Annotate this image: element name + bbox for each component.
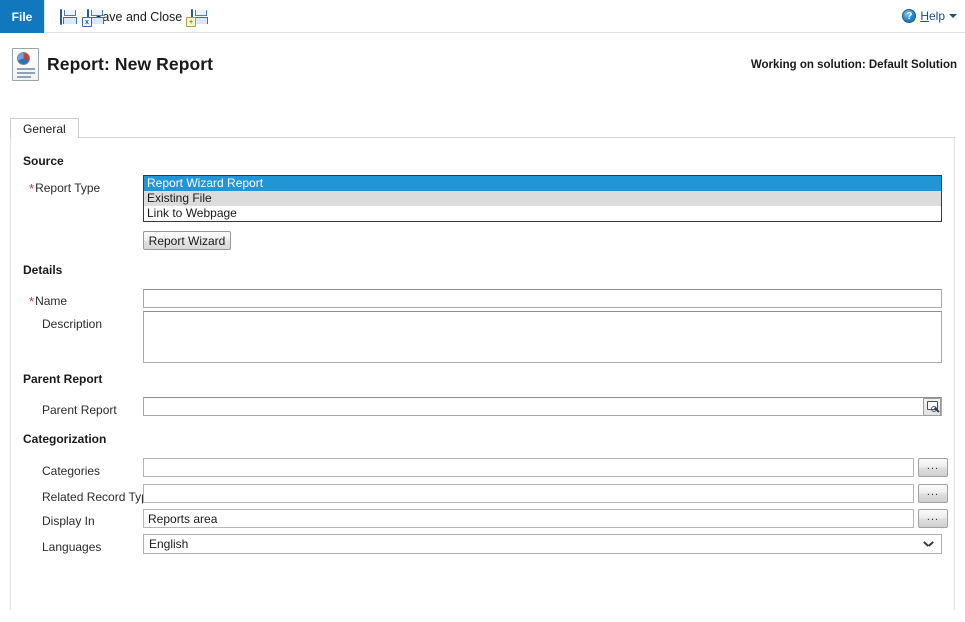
section-header-parent-report: Parent Report xyxy=(23,372,103,386)
page-title: Report: New Report xyxy=(47,54,214,74)
display-in-label: Display In xyxy=(42,514,95,528)
related-record-types-browse-label: ... xyxy=(926,485,940,498)
save-and-close-icon: x xyxy=(82,8,92,27)
report-type-option-existing-file[interactable]: Existing File xyxy=(144,191,941,206)
name-input[interactable] xyxy=(143,289,942,308)
name-label: *Name xyxy=(29,294,67,308)
report-type-label: *Report Type xyxy=(29,181,100,195)
languages-select-value: English xyxy=(149,537,189,551)
help-label-rest: elp xyxy=(928,9,945,23)
display-in-browse-label: ... xyxy=(926,510,940,523)
section-header-details: Details xyxy=(23,263,63,277)
save-and-close-button[interactable]: x Save and Close xyxy=(82,5,184,28)
help-menu[interactable]: ? Help xyxy=(902,6,957,26)
save-and-new-button[interactable]: + xyxy=(186,5,200,28)
display-in-input[interactable] xyxy=(143,509,914,528)
languages-label: Languages xyxy=(42,540,102,554)
name-label-text: Name xyxy=(35,294,68,308)
report-type-listbox[interactable]: Report Wizard Report Existing File Link … xyxy=(143,175,942,222)
chevron-down-icon xyxy=(924,541,933,550)
display-in-browse-button[interactable]: ... xyxy=(918,509,948,528)
report-type-option-2-label: Link to Webpage xyxy=(147,206,237,220)
save-and-close-label: Save and Close xyxy=(94,9,183,24)
categories-input[interactable] xyxy=(143,458,914,477)
tab-general-label: General xyxy=(23,121,66,136)
save-and-new-icon: + xyxy=(186,8,196,27)
chevron-down-icon xyxy=(949,14,957,18)
help-accesskey: H xyxy=(920,9,929,23)
ribbon-divider xyxy=(44,0,45,33)
section-header-source: Source xyxy=(23,154,64,168)
file-tab[interactable]: File xyxy=(0,0,44,33)
related-record-types-input[interactable] xyxy=(143,484,914,503)
report-form-window: File x Save and Close + ? Help Report: N… xyxy=(0,0,965,622)
ribbon-bottom-border xyxy=(44,32,965,33)
form-body: Source *Report Type Report Wizard Report… xyxy=(10,138,955,610)
report-type-option-0-label: Report Wizard Report xyxy=(147,176,264,190)
report-type-option-link-to-webpage[interactable]: Link to Webpage xyxy=(144,206,941,221)
report-document-icon xyxy=(12,48,39,81)
parent-report-input[interactable] xyxy=(143,397,942,416)
section-header-categorization: Categorization xyxy=(23,432,107,446)
parent-report-label: Parent Report xyxy=(42,403,117,417)
categories-browse-button[interactable]: ... xyxy=(918,458,948,477)
solution-context-label: Working on solution: Default Solution xyxy=(750,59,957,71)
required-indicator: * xyxy=(29,294,35,309)
report-wizard-button[interactable]: Report Wizard xyxy=(143,231,231,250)
categories-label: Categories xyxy=(42,464,101,478)
save-button[interactable] xyxy=(58,5,69,28)
description-textarea[interactable] xyxy=(143,311,942,363)
command-bar: File x Save and Close + ? Help xyxy=(0,0,965,33)
languages-select[interactable]: English xyxy=(143,534,942,554)
description-label: Description xyxy=(42,317,103,331)
report-type-label-text: Report Type xyxy=(35,181,101,195)
report-type-option-report-wizard-report[interactable]: Report Wizard Report xyxy=(144,176,941,191)
help-question-icon: ? xyxy=(902,9,917,23)
help-label: Help xyxy=(920,9,945,23)
report-wizard-button-label: Report Wizard xyxy=(148,233,226,248)
required-indicator: * xyxy=(29,181,35,196)
lookup-magnifier-icon[interactable] xyxy=(923,398,941,416)
tab-general[interactable]: General xyxy=(10,118,79,138)
report-type-option-1-label: Existing File xyxy=(147,191,212,205)
page-header: Report: New Report Working on solution: … xyxy=(0,46,965,94)
form-tabstrip: General xyxy=(10,118,955,138)
related-record-types-browse-button[interactable]: ... xyxy=(918,484,948,503)
categories-browse-label: ... xyxy=(926,459,940,472)
save-floppy-icon xyxy=(60,8,62,25)
